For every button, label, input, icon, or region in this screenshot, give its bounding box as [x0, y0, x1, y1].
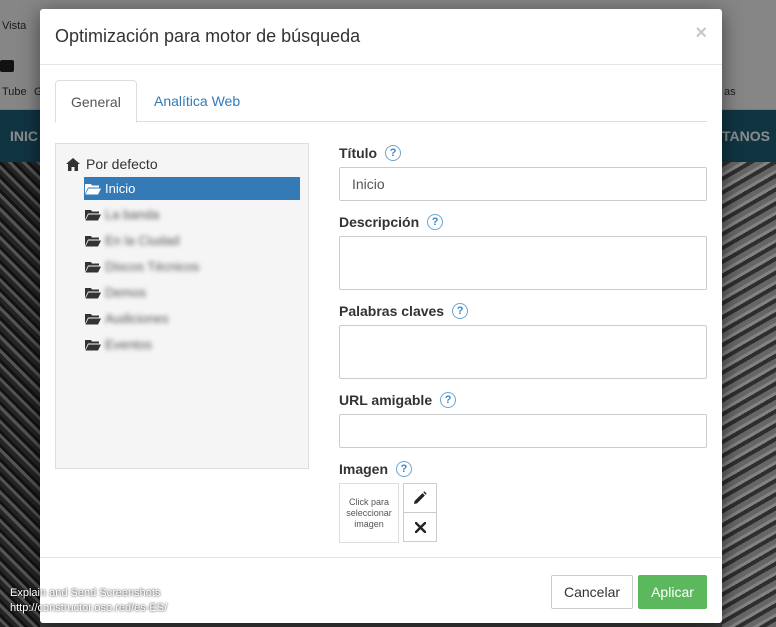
- keywords-textarea[interactable]: [339, 325, 707, 379]
- apply-button[interactable]: Aplicar: [638, 575, 707, 609]
- home-icon: [66, 157, 80, 171]
- tab-analitica-web[interactable]: Analítica Web: [139, 80, 255, 122]
- tree-item-label: Audiciones: [105, 311, 169, 326]
- url-label: URL amigable ?: [339, 392, 457, 408]
- friendly-url-input[interactable]: [339, 414, 707, 448]
- edit-image-button[interactable]: [403, 483, 437, 513]
- tree-item[interactable]: Demos: [84, 281, 300, 304]
- folder-open-icon: [85, 287, 101, 298]
- seo-modal: Optimización para motor de búsqueda × Ge…: [40, 9, 722, 623]
- description-label: Descripción ?: [339, 214, 444, 230]
- tree-item[interactable]: Eventos: [84, 333, 300, 356]
- tree-item-label: Inicio: [105, 181, 136, 196]
- modal-title: Optimización para motor de búsqueda: [55, 26, 361, 46]
- tab-bar: General Analítica Web: [55, 80, 707, 123]
- page-tree: Por defecto Inicio La banda En la Ciudad…: [55, 143, 309, 469]
- tree-item-label: Demos: [105, 285, 147, 300]
- folder-open-icon: [85, 209, 101, 220]
- description-textarea[interactable]: [339, 236, 707, 290]
- description-label-text: Descripción: [339, 214, 420, 230]
- close-icon[interactable]: ×: [695, 22, 707, 45]
- tree-root-label: Por defecto: [86, 156, 158, 172]
- folder-open-icon: [85, 183, 101, 194]
- tree-item-label: Discos Técnicos: [105, 259, 200, 274]
- screenshot-url: http://constructor.oso.red/es-ES/: [10, 602, 168, 614]
- folder-open-icon: [85, 235, 101, 246]
- tab-general[interactable]: General: [55, 80, 137, 123]
- tree-item-inicio[interactable]: Inicio: [84, 177, 300, 200]
- remove-image-button[interactable]: [403, 512, 437, 542]
- tree-item[interactable]: La banda: [84, 203, 300, 226]
- folder-open-icon: [85, 261, 101, 272]
- folder-open-icon: [85, 339, 101, 350]
- tree-item[interactable]: Discos Técnicos: [84, 255, 300, 278]
- modal-header: Optimización para motor de búsqueda ×: [40, 9, 722, 65]
- folder-open-icon: [85, 313, 101, 324]
- times-icon: [414, 521, 426, 533]
- image-selector[interactable]: Click para seleccionar imagen: [339, 483, 399, 543]
- image-label-text: Imagen: [339, 461, 389, 477]
- title-input[interactable]: [339, 167, 707, 201]
- help-icon[interactable]: ?: [440, 392, 457, 408]
- tree-item-label: Eventos: [105, 337, 152, 352]
- title-label-text: Título: [339, 145, 378, 161]
- cancel-button[interactable]: Cancelar: [551, 575, 633, 609]
- help-icon[interactable]: ?: [385, 145, 402, 161]
- tree-item-label: La banda: [105, 207, 160, 222]
- title-label: Título ?: [339, 145, 402, 161]
- tree-root[interactable]: Por defecto: [66, 156, 158, 172]
- image-label: Imagen ?: [339, 461, 413, 477]
- url-label-text: URL amigable: [339, 392, 433, 408]
- help-icon[interactable]: ?: [427, 214, 444, 230]
- help-icon[interactable]: ?: [396, 461, 413, 477]
- tree-item-label: En la Ciudad: [105, 233, 180, 248]
- tree-item[interactable]: En la Ciudad: [84, 229, 300, 252]
- keywords-label: Palabras claves ?: [339, 303, 469, 319]
- screenshot-note: Explain and Send Screenshots: [10, 587, 161, 599]
- tree-item[interactable]: Audiciones: [84, 307, 300, 330]
- pencil-icon: [414, 491, 427, 504]
- keywords-label-text: Palabras claves: [339, 303, 445, 319]
- help-icon[interactable]: ?: [452, 303, 469, 319]
